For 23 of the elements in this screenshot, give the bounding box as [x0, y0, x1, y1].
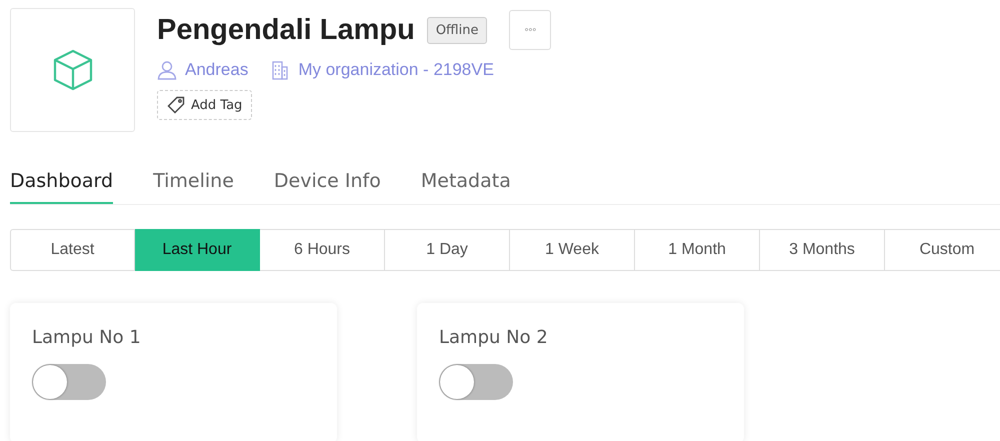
tag-icon	[167, 96, 185, 114]
time-range-button[interactable]: Last Hour	[135, 229, 260, 271]
widget-title: Lampu No 2	[439, 327, 549, 348]
more-button[interactable]: ◦◦◦	[509, 10, 552, 50]
time-range-button[interactable]: Custom	[885, 229, 1000, 271]
widget-title: Lampu No 1	[32, 327, 142, 348]
time-range-button[interactable]: 1 Day	[385, 229, 510, 271]
status-badge: Offline	[426, 16, 488, 44]
time-range-button[interactable]: 1 Month	[635, 229, 760, 271]
tab[interactable]: Metadata	[420, 158, 511, 204]
building-icon	[270, 60, 290, 80]
add-tag-button[interactable]: Add Tag	[157, 90, 252, 120]
toggle-switch[interactable]	[439, 364, 513, 400]
tab[interactable]: Device Info	[274, 158, 381, 204]
time-range-button[interactable]: 3 Months	[760, 229, 885, 271]
user-icon	[157, 60, 177, 80]
toggle-switch[interactable]	[32, 364, 106, 400]
time-range-button[interactable]: Latest	[10, 229, 135, 271]
time-range-button[interactable]: 6 Hours	[260, 229, 385, 271]
tab[interactable]: Dashboard	[10, 158, 114, 204]
time-range-button[interactable]: 1 Week	[510, 229, 635, 271]
device-title: Pengendali Lampu	[157, 14, 415, 46]
tab[interactable]: Timeline	[153, 158, 234, 204]
